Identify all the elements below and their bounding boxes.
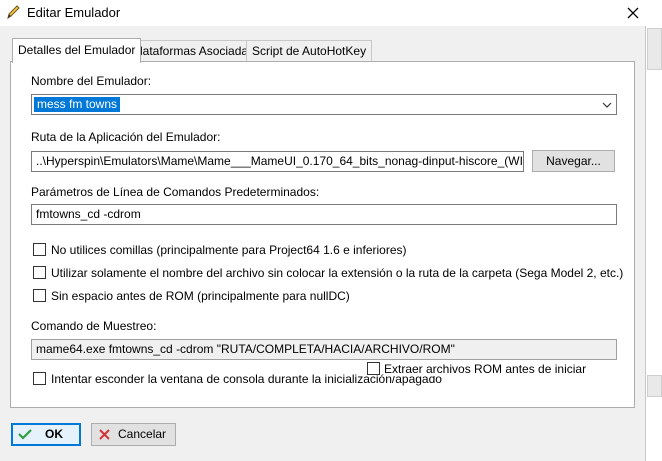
default-params-input[interactable]: fmtowns_cd -cdrom xyxy=(31,204,617,225)
chevron-down-icon[interactable] xyxy=(601,99,613,111)
no-space-rom-checkbox[interactable] xyxy=(33,289,46,302)
cancel-label: Cancelar xyxy=(118,427,167,441)
ok-label: OK xyxy=(45,427,63,441)
close-button[interactable] xyxy=(620,1,646,25)
title-bar: Editar Emulador xyxy=(0,0,646,26)
emulator-name-label: Nombre del Emulador: xyxy=(31,74,152,88)
hide-console-checkbox[interactable] xyxy=(33,372,46,385)
background-window-edge xyxy=(647,28,662,70)
sample-command-label: Comando de Muestreo: xyxy=(31,319,157,333)
details-panel: Nombre del Emulador: mess fm towns Ruta … xyxy=(10,61,635,408)
edit-emulator-dialog: Editar Emulador Detalles del Emulador Pl… xyxy=(0,0,646,461)
tab-associated-platforms[interactable]: Plataformas Asociadas xyxy=(126,40,261,62)
window-title: Editar Emulador xyxy=(27,5,121,20)
background-window-edge xyxy=(647,375,662,397)
emulator-name-value: mess fm towns xyxy=(34,97,121,112)
extract-rom-label: Extraer archivos ROM antes de iniciar xyxy=(384,362,589,376)
tab-autohotkey-script[interactable]: Script de AutoHotKey xyxy=(246,40,373,62)
emulator-path-input[interactable]: ..\Hyperspin\Emulators\Mame\Mame___MameU… xyxy=(31,151,524,172)
default-params-label: Parámetros de Línea de Comandos Predeter… xyxy=(31,185,320,199)
no-quotes-checkbox[interactable] xyxy=(33,243,46,256)
emulator-name-combo[interactable]: mess fm towns xyxy=(31,94,617,115)
no-quotes-label: No utilices comillas (principalmente par… xyxy=(51,243,407,257)
no-space-rom-label: Sin espacio antes de ROM (principalmente… xyxy=(51,289,350,303)
browse-button[interactable]: Navegar... xyxy=(532,150,615,172)
filename-only-label: Utilizar solamente el nombre del archivo… xyxy=(51,266,624,280)
emulator-path-label: Ruta de la Aplicación del Emulador: xyxy=(31,130,221,144)
pencil-icon xyxy=(7,5,20,20)
checkmark-icon xyxy=(18,429,32,440)
filename-only-checkbox[interactable] xyxy=(33,266,46,279)
tab-emulator-details[interactable]: Detalles del Emulador xyxy=(12,38,142,63)
ok-button[interactable]: OK xyxy=(11,423,81,446)
sample-command-field: mame64.exe fmtowns_cd -cdrom "RUTA/COMPL… xyxy=(31,339,617,360)
cancel-button[interactable]: Cancelar xyxy=(91,423,176,446)
close-icon xyxy=(627,7,639,19)
cancel-x-icon xyxy=(99,429,110,440)
extract-rom-checkbox[interactable] xyxy=(367,362,380,375)
